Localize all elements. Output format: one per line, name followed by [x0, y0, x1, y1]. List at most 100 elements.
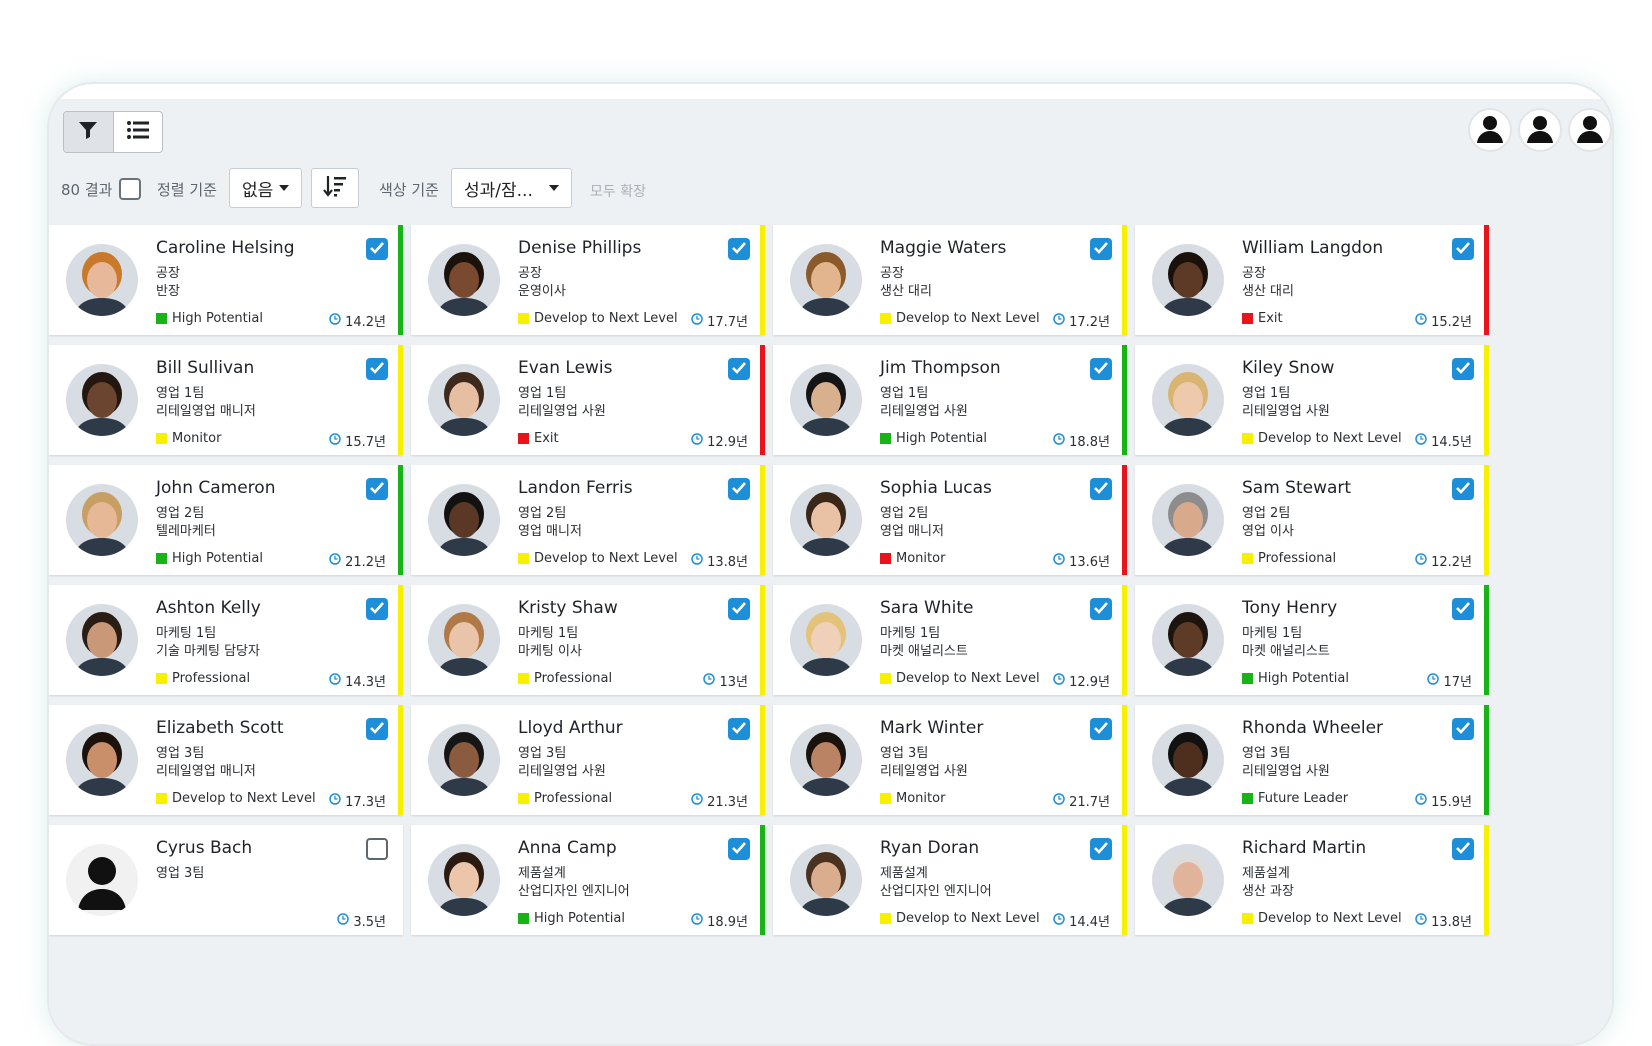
employee-card[interactable]: Lloyd Arthur 영업 3팀 리테일영업 사원 Professional 21.…: [411, 705, 765, 815]
select-checkbox[interactable]: [1452, 478, 1474, 500]
employee-department: 제품설계: [880, 866, 928, 881]
color-dropdown[interactable]: 성과/잠...: [451, 168, 572, 208]
tenure-value: 17.3년: [345, 795, 386, 810]
tenure-value: 14.4년: [1069, 915, 1110, 930]
employee-card[interactable]: Tony Henry 마케팅 1팀 마켓 애널리스트 High Potential 17…: [1135, 585, 1489, 695]
select-checkbox[interactable]: [1090, 718, 1112, 740]
status-color-square: [880, 553, 891, 564]
select-checkbox[interactable]: [1452, 838, 1474, 860]
tenure-value: 21.3년: [707, 795, 748, 810]
select-checkbox[interactable]: [1452, 598, 1474, 620]
status-text: Exit: [1258, 311, 1283, 326]
employee-card[interactable]: Richard Martin 제품설계 생산 과장 Develop to Next L…: [1135, 825, 1489, 935]
tenure: 15.9년: [1415, 791, 1472, 810]
select-checkbox[interactable]: [728, 238, 750, 260]
clock-icon: [329, 792, 341, 809]
user-avatar[interactable]: [1568, 108, 1612, 152]
select-checkbox[interactable]: [728, 718, 750, 740]
select-checkbox[interactable]: [728, 838, 750, 860]
filter-button[interactable]: [64, 112, 114, 152]
employee-card[interactable]: John Cameron 영업 2팀 텔레마케터 High Potential 21.2…: [49, 465, 403, 575]
checkmark-icon: [1455, 480, 1471, 499]
tenure-value: 18.8년: [1069, 435, 1110, 450]
employee-card[interactable]: Maggie Waters 공장 생산 대리 Develop to Next Leve…: [773, 225, 1127, 335]
employee-card[interactable]: Landon Ferris 영업 2팀 영업 매니저 Develop to Next …: [411, 465, 765, 575]
employee-title: 산업디자인 엔지니어: [880, 884, 992, 899]
employee-card[interactable]: Kiley Snow 영업 1팀 리테일영업 사원 Develop to Next L…: [1135, 345, 1489, 455]
sort-dropdown[interactable]: 없음: [229, 168, 302, 208]
employee-card[interactable]: Sam Stewart 영업 2팀 영업 이사 Professional 12.2년: [1135, 465, 1489, 575]
tenure: 13.8년: [691, 551, 748, 570]
select-checkbox[interactable]: [366, 478, 388, 500]
select-checkbox[interactable]: [1090, 238, 1112, 260]
select-checkbox[interactable]: [366, 838, 388, 860]
employee-card[interactable]: William Langdon 공장 생산 대리 Exit 15.2년: [1135, 225, 1489, 335]
clock-icon: [1053, 432, 1065, 449]
employee-card[interactable]: Anna Camp 제품설계 산업디자인 엔지니어 High Potential 18.…: [411, 825, 765, 935]
employee-card[interactable]: Sophia Lucas 영업 2팀 영업 매니저 Monitor 13.6년: [773, 465, 1127, 575]
status-color-stripe: [398, 585, 403, 695]
status-color-square: [156, 673, 167, 684]
status-color-square: [156, 793, 167, 804]
clock-icon: [1415, 552, 1427, 569]
clock-icon: [1415, 912, 1427, 929]
employee-card[interactable]: Sara White 마케팅 1팀 마켓 애널리스트 Develop to Next …: [773, 585, 1127, 695]
select-checkbox[interactable]: [1452, 238, 1474, 260]
tenure-value: 13.6년: [1069, 555, 1110, 570]
tenure-value: 13년: [719, 675, 748, 690]
select-checkbox[interactable]: [366, 718, 388, 740]
status-color-stripe: [1484, 825, 1489, 935]
employee-card[interactable]: Mark Winter 영업 3팀 리테일영업 사원 Monitor 21.7년: [773, 705, 1127, 815]
employee-photo: [1152, 844, 1224, 916]
employee-department: 영업 1팀: [156, 386, 205, 401]
employee-card[interactable]: Bill Sullivan 영업 1팀 리테일영업 매니저 Monitor 15.7년: [49, 345, 403, 455]
select-checkbox[interactable]: [1090, 838, 1112, 860]
employee-department: 영업 3팀: [156, 866, 205, 881]
select-checkbox[interactable]: [1452, 358, 1474, 380]
tenure: 21.2년: [329, 551, 386, 570]
status-color-stripe: [398, 465, 403, 575]
employee-name: Elizabeth Scott: [156, 718, 284, 738]
select-checkbox[interactable]: [1090, 598, 1112, 620]
list-view-button[interactable]: [114, 112, 163, 152]
employee-card[interactable]: Rhonda Wheeler 영업 3팀 리테일영업 사원 Future Leader…: [1135, 705, 1489, 815]
employee-card[interactable]: Caroline Helsing 공장 반장 High Potential 14.2년: [49, 225, 403, 335]
employee-photo: [428, 724, 500, 796]
tenure: 13년: [703, 671, 748, 690]
status-color-stripe: [760, 345, 765, 455]
employee-department: 마케팅 1팀: [880, 626, 941, 641]
sort-direction-button[interactable]: [311, 168, 359, 208]
employee-title: 텔레마케터: [156, 524, 216, 539]
employee-card[interactable]: Jim Thompson 영업 1팀 리테일영업 사원 High Potential 1…: [773, 345, 1127, 455]
results-count: 80 결과: [61, 181, 113, 199]
employee-card[interactable]: Evan Lewis 영업 1팀 리테일영업 사원 Exit 12.9년: [411, 345, 765, 455]
select-checkbox[interactable]: [728, 598, 750, 620]
select-checkbox[interactable]: [728, 358, 750, 380]
select-all-checkbox[interactable]: [119, 178, 141, 200]
employee-card[interactable]: Denise Phillips 공장 운영이사 Develop to Next Lev…: [411, 225, 765, 335]
tenure: 17.3년: [329, 791, 386, 810]
select-checkbox[interactable]: [1090, 478, 1112, 500]
status-badge: Professional: [518, 791, 612, 806]
employee-card[interactable]: Ryan Doran 제품설계 산업디자인 엔지니어 Develop to Next …: [773, 825, 1127, 935]
status-text: Develop to Next Level: [1258, 431, 1402, 446]
clock-icon: [1053, 552, 1065, 569]
select-checkbox[interactable]: [1090, 358, 1112, 380]
user-avatar[interactable]: [1518, 108, 1562, 152]
employee-card[interactable]: Elizabeth Scott 영업 3팀 리테일영업 매니저 Develop to …: [49, 705, 403, 815]
employee-name: Ashton Kelly: [156, 598, 261, 618]
employee-card[interactable]: Ashton Kelly 마케팅 1팀 기술 마케팅 담당자 Professional…: [49, 585, 403, 695]
select-checkbox[interactable]: [728, 478, 750, 500]
status-badge: Professional: [156, 671, 250, 686]
select-checkbox[interactable]: [366, 598, 388, 620]
employee-card[interactable]: Kristy Shaw 마케팅 1팀 마케팅 이사 Professional 13년: [411, 585, 765, 695]
user-avatar[interactable]: [1468, 108, 1512, 152]
select-checkbox[interactable]: [366, 238, 388, 260]
status-badge: Monitor: [880, 791, 945, 806]
employee-card[interactable]: Cyrus Bach 영업 3팀 3.5년: [49, 825, 403, 935]
select-checkbox[interactable]: [366, 358, 388, 380]
select-checkbox[interactable]: [1452, 718, 1474, 740]
employee-name: Kristy Shaw: [518, 598, 618, 618]
employee-department: 영업 2팀: [156, 506, 205, 521]
expand-all-button[interactable]: 모두 확장: [590, 181, 646, 201]
